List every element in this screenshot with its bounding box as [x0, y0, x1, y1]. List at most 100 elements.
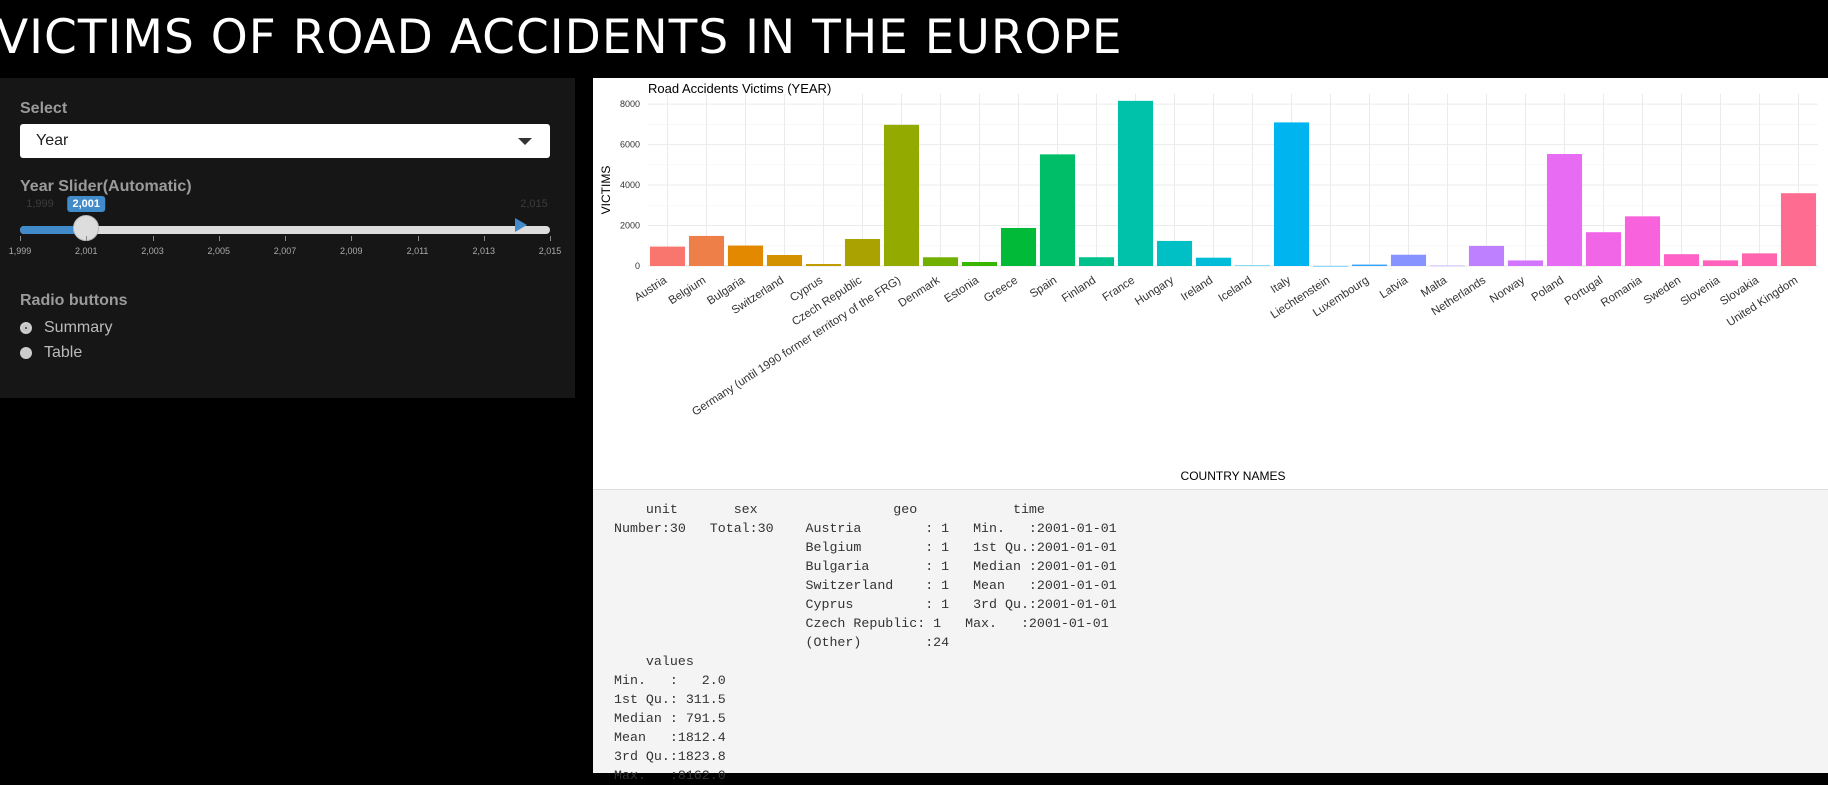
y-tick-label: 6000 — [620, 140, 640, 150]
summary-panel: unit sex geo time Number:30 Total:30 Aus… — [593, 489, 1828, 783]
slider-tick-mark — [152, 236, 154, 241]
radio-label: Radio buttons — [20, 292, 128, 309]
bar — [883, 124, 920, 266]
x-tick-label: Greece — [982, 274, 1020, 305]
x-tick-label: Norway — [1488, 274, 1527, 305]
x-tick-label: Estonia — [942, 274, 981, 305]
slider-label: Year Slider(Automatic) — [20, 178, 192, 195]
bar — [1078, 257, 1115, 266]
radio-table[interactable]: Table — [20, 343, 82, 363]
x-tick-label: Hungary — [1133, 274, 1176, 308]
x-tick-label: Belgium — [667, 274, 708, 307]
bar — [1390, 254, 1427, 266]
x-tick-label: Spain — [1028, 274, 1059, 300]
bar — [1000, 227, 1037, 266]
slider-tick-mark — [285, 236, 286, 241]
select-label: Select — [20, 100, 68, 117]
bar — [1117, 100, 1154, 266]
radio-unchecked-icon — [20, 347, 32, 359]
y-tick-label: 8000 — [620, 99, 640, 109]
slider-tick-label: 2,001 — [74, 246, 98, 256]
x-tick-label: Austria — [633, 274, 670, 304]
bar — [1273, 122, 1310, 266]
caret-down-icon — [518, 138, 532, 145]
bar — [1312, 265, 1349, 267]
x-tick-label: Iceland — [1216, 274, 1254, 304]
slider-track[interactable] — [20, 226, 550, 234]
bar — [1546, 154, 1583, 266]
bar — [1507, 260, 1544, 266]
x-tick-label: United Kingdom — [1725, 274, 1800, 329]
chart-panel: 0 2000 4000 6000 8000 Austria Belgium Bulgaria S… — [593, 78, 1828, 489]
bar — [1156, 240, 1193, 266]
slider-tick-mark — [20, 236, 21, 241]
slider-tick-mark — [86, 236, 88, 241]
bar — [805, 264, 842, 266]
bar — [1663, 254, 1700, 266]
x-tick-label: Denmark — [896, 274, 942, 310]
bar — [1702, 260, 1739, 266]
slider-tick-label: 2,005 — [207, 246, 231, 256]
play-icon[interactable] — [515, 218, 527, 232]
radio-checked-icon — [20, 322, 32, 334]
y-tick-label: 0 — [635, 261, 640, 271]
bar — [727, 245, 764, 266]
x-tick-label: Malta — [1419, 274, 1450, 300]
slider-tick-label: 2,007 — [273, 246, 297, 256]
slider-tick-label: 1,999 — [8, 246, 32, 256]
year-slider[interactable]: 1,999 2,015 2,001 1,999 2,001 2,003 2,005 2,… — [9, 196, 561, 266]
slider-tick-label: 2,011 — [406, 246, 429, 256]
bar — [1468, 245, 1505, 266]
x-tick-label: France — [1101, 274, 1138, 304]
slider-max-label: 2,015 — [520, 198, 548, 210]
bar — [1039, 154, 1076, 266]
x-tick-label: Romania — [1599, 274, 1645, 309]
bar — [649, 246, 686, 266]
bar — [1624, 216, 1661, 266]
x-tick-label: Finland — [1060, 274, 1098, 305]
bar — [766, 254, 803, 266]
select-value: Year — [36, 132, 69, 149]
bar — [961, 261, 998, 266]
slider-tick-mark — [417, 236, 419, 241]
x-tick-label: Italy — [1269, 274, 1293, 296]
chart-title: Road Accidents Victims (YEAR) — [648, 81, 831, 96]
summary-output: unit sex geo time Number:30 Total:30 Aus… — [614, 502, 1117, 783]
slider-tick-mark — [483, 236, 485, 241]
x-tick-label: Poland — [1530, 274, 1567, 304]
slider-tick-label: 2,003 — [141, 246, 164, 256]
bar — [922, 257, 959, 266]
bar-chart: 02000400060008000AustriaBelgiumBulgariaS… — [599, 81, 1818, 483]
sidebar-panel: Select Year Year Slider(Automatic) 1,999… — [0, 78, 575, 398]
bar — [1780, 193, 1817, 266]
slider-tick-label: 2,009 — [339, 246, 363, 256]
x-tick-label: Slovenia — [1679, 274, 1723, 308]
radio-table-label: Table — [44, 344, 83, 361]
slider-min-label: 1,999 — [26, 198, 54, 210]
bar — [1234, 265, 1271, 267]
bar — [844, 239, 881, 266]
x-axis-label: COUNTRY NAMES — [1181, 469, 1286, 483]
slider-tick-mark — [218, 236, 220, 241]
page-title: VICTIMS OF ROAD ACCIDENTS IN THE EUROPE — [0, 10, 1123, 65]
bar — [1351, 264, 1388, 266]
bar — [1585, 232, 1622, 266]
slider-value-bubble: 2,001 — [67, 196, 106, 212]
bar — [1195, 257, 1232, 266]
slider-tick-mark — [550, 236, 551, 241]
y-tick-label: 2000 — [620, 221, 640, 231]
bar — [1429, 265, 1466, 267]
radio-summary-label: Summary — [44, 319, 113, 336]
slider-tick-mark — [351, 236, 353, 241]
slider-tick-label: 2,015 — [538, 246, 562, 256]
x-tick-label: Sweden — [1642, 274, 1683, 307]
radio-summary[interactable]: Summary — [20, 318, 112, 338]
bar — [688, 235, 725, 266]
year-select[interactable]: Year — [20, 124, 550, 158]
x-tick-label: Ireland — [1179, 274, 1215, 303]
x-tick-label: Latvia — [1378, 274, 1411, 301]
y-tick-label: 4000 — [620, 180, 640, 190]
x-tick-label: Portugal — [1563, 274, 1605, 307]
slider-tick-label: 2,013 — [472, 246, 496, 256]
bar — [1741, 253, 1778, 266]
